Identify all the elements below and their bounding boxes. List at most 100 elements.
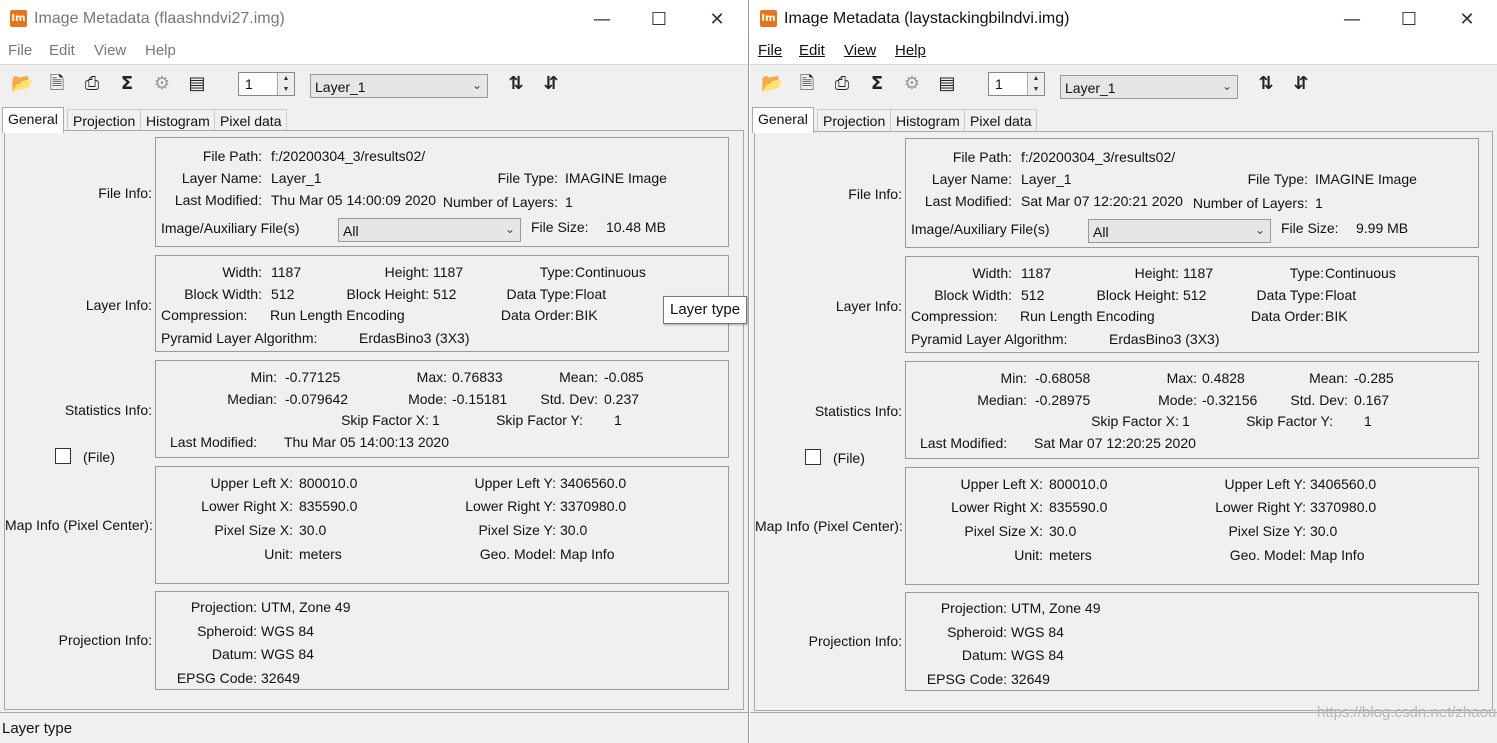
close-icon[interactable]: ✕ — [694, 8, 740, 32]
layer-info-label: Layer Info: — [835, 298, 902, 314]
layer-select[interactable]: Layer_1 ⌄ — [310, 74, 488, 98]
minimize-icon[interactable]: — — [579, 8, 625, 32]
sort-descending-icon[interactable]: ⇵ — [540, 73, 562, 95]
pixel-size-y-label: Pixel Size Y: — [1228, 523, 1306, 539]
status-bar: Layer type — [0, 712, 748, 743]
chevron-down-icon: ⌄ — [1254, 223, 1265, 237]
new-document-icon[interactable]: 🗎 — [796, 73, 818, 95]
title-bar[interactable]: Im Image Metadata (flaashndvi27.img) — ☐… — [0, 0, 748, 40]
print-icon[interactable]: ⎙ — [831, 73, 853, 95]
minimize-icon[interactable]: — — [1329, 8, 1375, 32]
projection-info-label: Projection Info: — [58, 632, 152, 648]
aux-files-label: Image/Auxiliary File(s) — [161, 220, 300, 236]
skip-factor-y-label: Skip Factor Y: — [496, 412, 583, 428]
aux-files-select[interactable]: All ⌄ — [338, 218, 521, 242]
lower-right-y-label: Lower Right Y: — [465, 498, 556, 514]
number-of-layers-label: Number of Layers: — [442, 194, 558, 210]
lower-right-x-value: 835590.0 — [299, 498, 358, 514]
print-icon[interactable]: ⎙ — [81, 73, 103, 95]
watermark-text: https://blog.csdn.net/zhaoushibiaoshilu … — [1317, 704, 1497, 721]
pixel-size-y-value: 30.0 — [560, 522, 588, 538]
menu-file[interactable]: File — [758, 42, 782, 59]
chevron-down-icon: ⌄ — [504, 222, 515, 236]
skip-factor-x-label: Skip Factor X: — [1091, 413, 1179, 429]
toolbar: 📂 🗎 ⎙ Σ ⚙ ▤ 1 ▲ ▼ Layer_1 ⌄ ⇅ ⇵ — [0, 64, 748, 105]
map-info-group: Upper Left X: 800010.0 Upper Left Y: 340… — [155, 466, 729, 584]
menu-edit[interactable]: Edit — [799, 42, 825, 59]
stepper-down-icon[interactable]: ▼ — [1028, 84, 1044, 95]
map-info-group: Upper Left X: 800010.0 Upper Left Y: 340… — [905, 467, 1479, 585]
tab-histogram[interactable]: Histogram — [890, 109, 966, 132]
title-bar[interactable]: Im Image Metadata (laystackingbilndvi.im… — [750, 0, 1497, 40]
projection-label: Projection: — [190, 599, 257, 615]
skip-factor-x-value: 1 — [1182, 413, 1190, 429]
menu-view[interactable]: View — [94, 42, 126, 59]
layer-select[interactable]: Layer_1 ⌄ — [1060, 75, 1238, 99]
file-type-label: File Type: — [497, 170, 558, 186]
upper-left-y-label: Upper Left Y: — [474, 475, 556, 491]
file-checkbox[interactable] — [805, 449, 821, 465]
pixel-size-x-value: 30.0 — [1049, 523, 1077, 539]
sum-icon[interactable]: Σ — [116, 73, 138, 95]
toolbar: 📂 🗎 ⎙ Σ ⚙ ▤ 1 ▲ ▼ Layer_1 ⌄ ⇅ ⇵ — [750, 64, 1497, 105]
close-icon[interactable]: ✕ — [1444, 8, 1490, 32]
last-modified-label: Last Modified: — [174, 192, 262, 208]
chevron-down-icon: ⌄ — [471, 78, 482, 92]
spheroid-value: WGS 84 — [261, 623, 314, 639]
upper-left-x-value: 800010.0 — [1049, 476, 1108, 492]
settings-gear-icon[interactable]: ⚙ — [151, 73, 173, 95]
tab-general[interactable]: General — [2, 107, 64, 133]
new-document-icon[interactable]: 🗎 — [46, 73, 68, 95]
stats-last-modified-value: Sat Mar 07 12:20:25 2020 — [1034, 435, 1196, 451]
general-panel: File Info: File Path: f:/20200304_3/resu… — [754, 131, 1493, 711]
max-label: Max: — [416, 369, 447, 385]
file-checkbox[interactable] — [55, 448, 71, 464]
upper-left-y-label: Upper Left Y: — [1224, 476, 1306, 492]
height-label: Height: — [1134, 265, 1179, 281]
file-type-value: IMAGINE Image — [565, 170, 667, 186]
stepper-down-icon[interactable]: ▼ — [278, 84, 294, 95]
pyramid-label: Pyramid Layer Algorithm: — [911, 331, 1068, 347]
tab-pixel-data[interactable]: Pixel data — [964, 109, 1038, 132]
lower-right-x-value: 835590.0 — [1049, 499, 1108, 515]
mode-label: Mode: — [1158, 392, 1197, 408]
sum-icon[interactable]: Σ — [866, 73, 888, 95]
tab-pixel-data[interactable]: Pixel data — [214, 109, 288, 132]
layer-number-stepper[interactable]: 1 ▲ ▼ — [238, 72, 295, 96]
menu-view[interactable]: View — [844, 42, 876, 59]
menu-file[interactable]: File — [8, 42, 32, 59]
histogram-icon[interactable]: ▤ — [186, 73, 208, 95]
max-label: Max: — [1166, 370, 1197, 386]
layer-number-value: 1 — [995, 76, 1003, 92]
menu-help[interactable]: Help — [895, 42, 926, 59]
maximize-icon[interactable]: ☐ — [636, 8, 682, 32]
menu-help[interactable]: Help — [145, 42, 176, 59]
block-width-value: 512 — [1021, 287, 1045, 303]
histogram-icon[interactable]: ▤ — [936, 73, 958, 95]
menu-edit[interactable]: Edit — [49, 42, 75, 59]
settings-gear-icon[interactable]: ⚙ — [901, 73, 923, 95]
maximize-icon[interactable]: ☐ — [1386, 8, 1432, 32]
tab-projection[interactable]: Projection — [67, 109, 142, 132]
geo-model-label: Geo. Model: — [1229, 547, 1306, 563]
type-value: Continuous — [1325, 265, 1396, 281]
aux-files-select[interactable]: All ⌄ — [1088, 219, 1271, 243]
tab-histogram[interactable]: Histogram — [140, 109, 216, 132]
layer-number-stepper[interactable]: 1 ▲ ▼ — [988, 72, 1045, 96]
lower-right-x-label: Lower Right X: — [201, 498, 293, 514]
layer-name-value: Layer_1 — [1021, 171, 1072, 187]
last-modified-value: Sat Mar 07 12:20:21 2020 — [1021, 193, 1183, 209]
min-value: -0.77125 — [285, 369, 341, 385]
mean-label: Mean: — [1309, 370, 1348, 386]
tooltip: Layer type — [663, 296, 748, 324]
datum-value: WGS 84 — [1011, 647, 1064, 663]
sort-ascending-icon[interactable]: ⇅ — [1255, 73, 1277, 95]
open-folder-icon[interactable]: 📂 — [761, 73, 783, 95]
tab-projection[interactable]: Projection — [817, 109, 892, 132]
unit-label: Unit: — [1014, 547, 1043, 563]
menu-bar: File Edit View Help — [750, 40, 1497, 64]
sort-descending-icon[interactable]: ⇵ — [1290, 73, 1312, 95]
tab-general[interactable]: General — [752, 107, 814, 133]
open-folder-icon[interactable]: 📂 — [11, 73, 33, 95]
sort-ascending-icon[interactable]: ⇅ — [505, 73, 527, 95]
